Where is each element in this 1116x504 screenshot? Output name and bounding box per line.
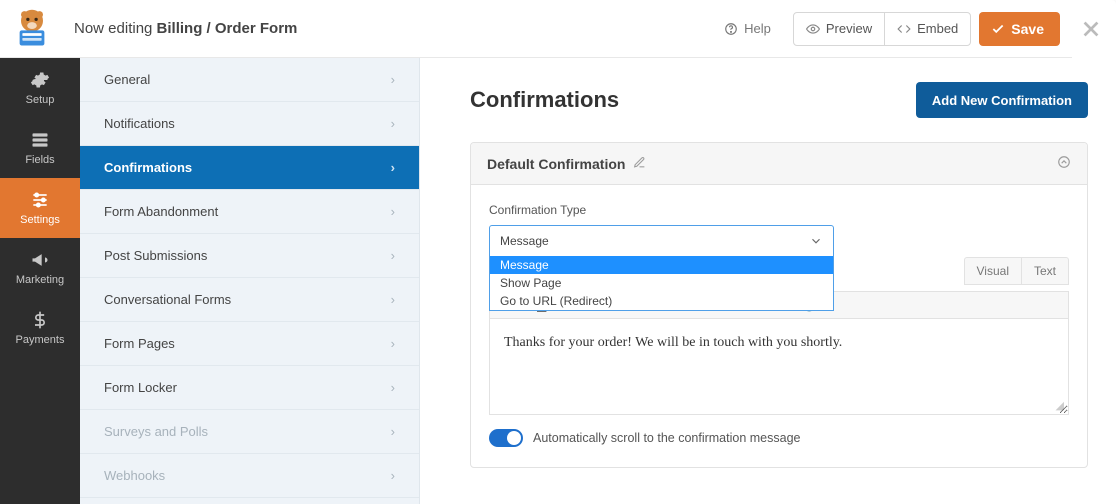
editing-label: Now editing Billing / Order Form — [74, 20, 297, 37]
add-confirmation-button[interactable]: Add New Confirmation — [916, 82, 1088, 118]
preview-embed-group: Preview Embed — [793, 12, 971, 46]
app-logo — [10, 7, 54, 51]
main-column: Confirmations Add New Confirmation Defau… — [420, 58, 1116, 504]
select-dropdown: MessageShow PageGo to URL (Redirect) — [489, 256, 834, 311]
editor-tabs: Visual Text — [964, 257, 1069, 285]
autoscroll-row: Automatically scroll to the confirmation… — [489, 429, 1069, 447]
subnav-item-form-locker[interactable]: Form Locker› — [80, 366, 419, 410]
chevron-down-icon — [809, 234, 823, 248]
left-rail: SetupFieldsSettingsMarketingPayments — [0, 58, 80, 504]
subnav-item-form-pages[interactable]: Form Pages› — [80, 322, 419, 366]
editor-content: Thanks for your order! We will be in tou… — [504, 335, 842, 350]
save-label: Save — [1011, 21, 1044, 37]
rail-item-setup[interactable]: Setup — [0, 58, 80, 118]
save-button[interactable]: Save — [979, 12, 1060, 46]
confirmation-type-select[interactable]: Message MessageShow PageGo to URL (Redir… — [489, 225, 834, 257]
main-header: Confirmations Add New Confirmation — [470, 82, 1088, 118]
subnav-item-confirmations[interactable]: Confirmations› — [80, 146, 419, 190]
tab-text[interactable]: Text — [1021, 257, 1069, 285]
resize-handle-icon[interactable]: ◢ — [1056, 399, 1064, 412]
subnav-item-surveys-and-polls[interactable]: Surveys and Polls› — [80, 410, 419, 454]
subnav-item-webhooks[interactable]: Webhooks› — [80, 454, 419, 498]
select-value: Message — [500, 234, 549, 248]
page-title: Confirmations — [470, 87, 619, 113]
subnav-item-conversational-forms[interactable]: Conversational Forms› — [80, 278, 419, 322]
autoscroll-label: Automatically scroll to the confirmation… — [533, 431, 800, 445]
edit-title-icon[interactable] — [633, 156, 646, 172]
rail-item-fields[interactable]: Fields — [0, 118, 80, 178]
rail-item-payments[interactable]: Payments — [0, 298, 80, 358]
subnav-item-notifications[interactable]: Notifications› — [80, 102, 419, 146]
type-option-message[interactable]: Message — [490, 256, 833, 274]
top-bar: Now editing Billing / Order Form Help Pr… — [0, 0, 1072, 58]
panel-title: Default Confirmation — [487, 156, 625, 172]
form-name: Billing / Order Form — [157, 20, 298, 37]
type-option-show-page[interactable]: Show Page — [490, 274, 833, 292]
editing-prefix: Now editing — [74, 20, 157, 37]
subnav-item-general[interactable]: General› — [80, 58, 419, 102]
help-link[interactable]: Help — [724, 21, 771, 36]
rail-item-marketing[interactable]: Marketing — [0, 238, 80, 298]
panel-header[interactable]: Default Confirmation — [471, 143, 1087, 185]
message-editor[interactable]: Thanks for your order! We will be in tou… — [489, 319, 1069, 415]
select-trigger[interactable]: Message — [489, 225, 834, 257]
type-option-go-to-url-redirect-[interactable]: Go to URL (Redirect) — [490, 292, 833, 310]
embed-label: Embed — [917, 21, 958, 36]
tab-visual[interactable]: Visual — [964, 257, 1021, 285]
panel-body: Confirmation Type Message MessageShow Pa… — [471, 185, 1087, 467]
embed-button[interactable]: Embed — [884, 12, 971, 46]
type-label: Confirmation Type — [489, 203, 1069, 217]
autoscroll-toggle[interactable] — [489, 429, 523, 447]
rail-item-settings[interactable]: Settings — [0, 178, 80, 238]
subnav-item-form-abandonment[interactable]: Form Abandonment› — [80, 190, 419, 234]
close-icon[interactable] — [1080, 18, 1104, 42]
preview-label: Preview — [826, 21, 872, 36]
help-label: Help — [744, 21, 771, 36]
confirmation-panel: Default Confirmation Confirmation Type M… — [470, 142, 1088, 468]
preview-button[interactable]: Preview — [793, 12, 885, 46]
collapse-icon[interactable] — [1057, 155, 1071, 172]
subnav-item-post-submissions[interactable]: Post Submissions› — [80, 234, 419, 278]
settings-subnav: General›Notifications›Confirmations›Form… — [80, 58, 420, 504]
top-actions: Help Preview Embed Save — [724, 12, 1060, 46]
